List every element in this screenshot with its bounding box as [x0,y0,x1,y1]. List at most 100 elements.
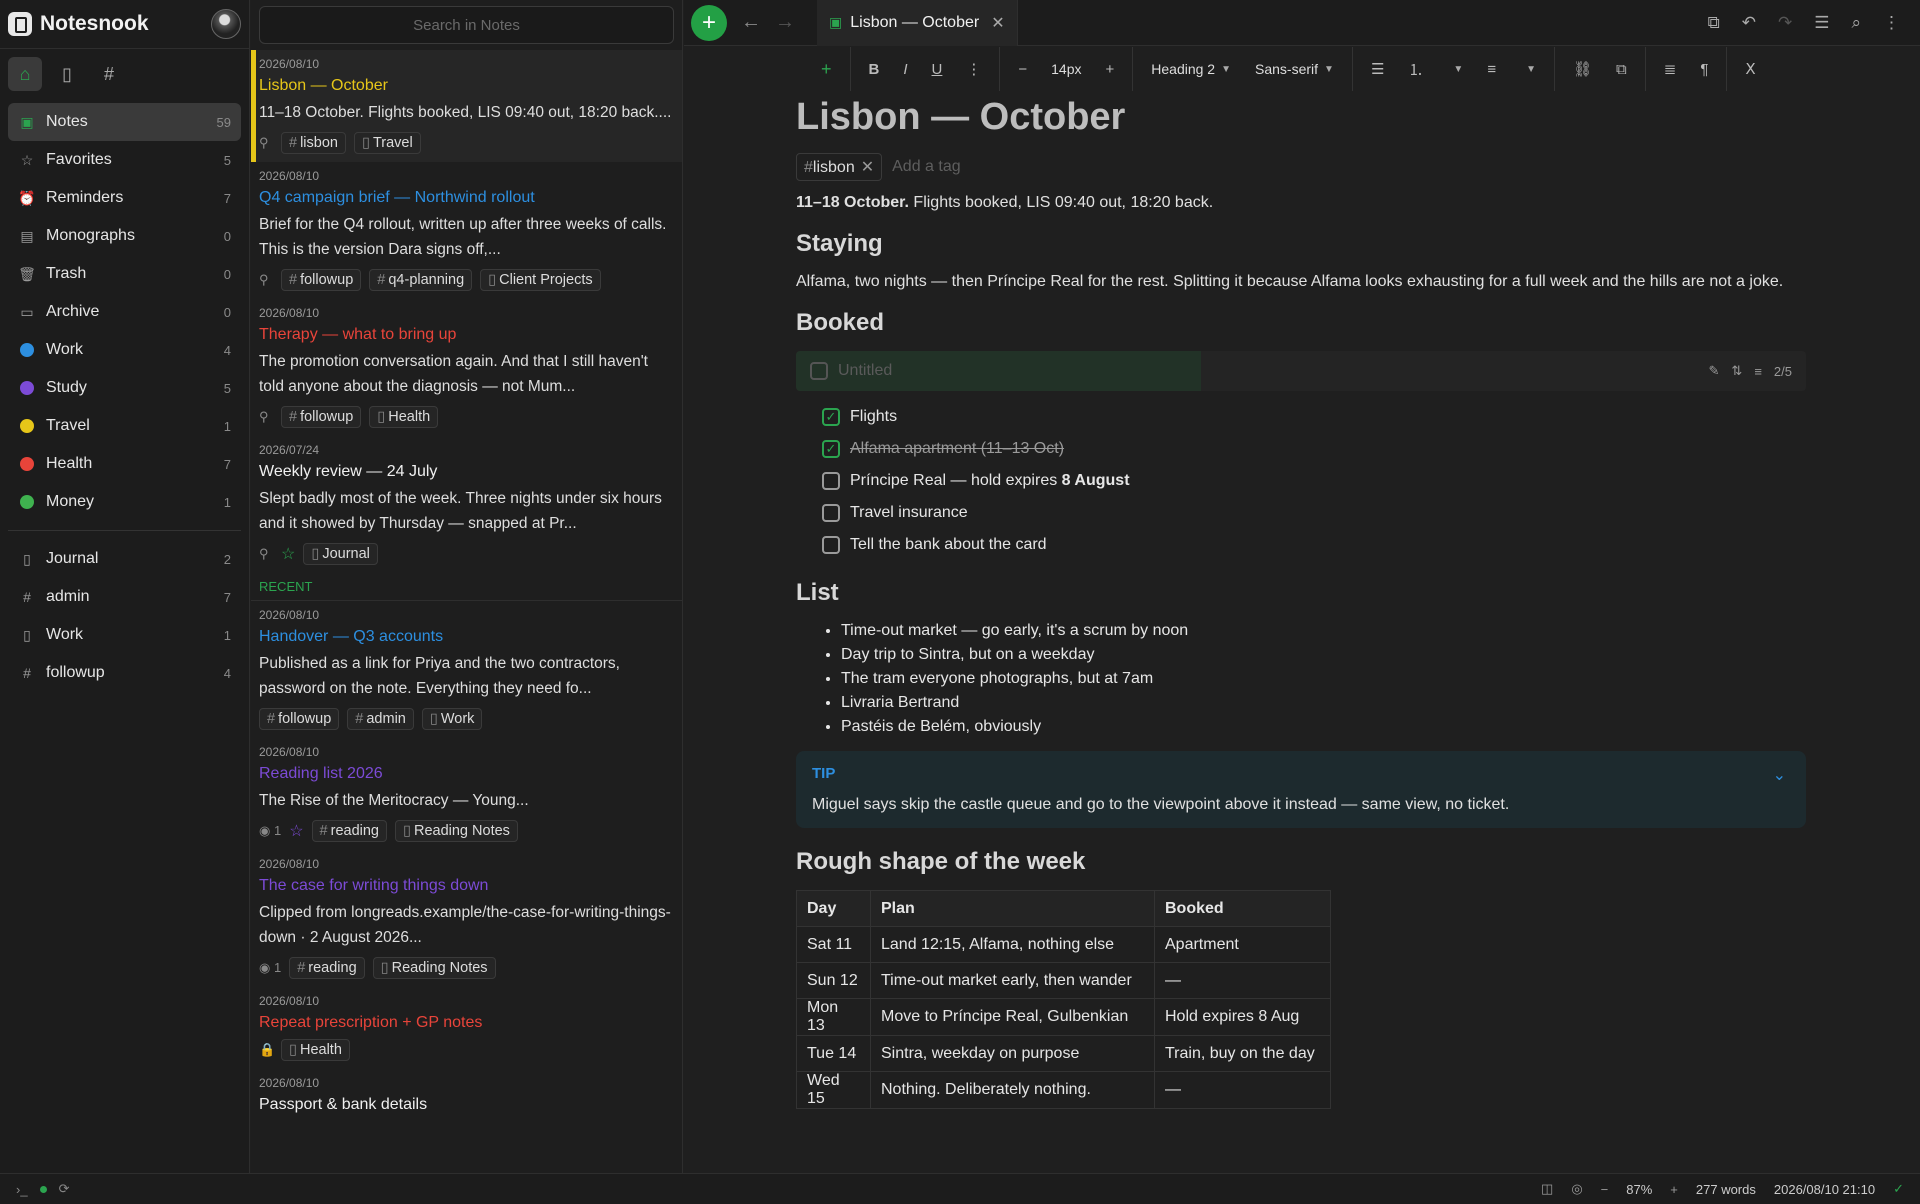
avatar[interactable] [211,9,241,39]
edit-pencil-icon[interactable]: ✎ [1709,363,1720,379]
redo-icon[interactable]: ↷ [1778,13,1792,33]
numbered-list-icon[interactable]: ⒈ [1396,59,1435,80]
search-icon[interactable]: ⌕ [1851,13,1861,33]
search-input[interactable]: Search in Notes [259,6,674,44]
checkbox[interactable] [822,536,840,554]
note-item[interactable]: 2026/08/10 Lisbon — October 11–18 Octobe… [251,50,682,162]
favorite-star-icon[interactable]: ☆ [281,544,295,564]
sidebar-item-color-work[interactable]: Work 4 [8,331,241,369]
sidebar-item-archive[interactable]: ▭ Archive 0 [8,293,241,331]
notebook-chip[interactable]: ▯ Reading Notes [372,957,496,979]
table-of-contents-icon[interactable]: ☰ [1814,13,1829,33]
terminal-icon[interactable]: ›_ [16,1182,28,1197]
close-tab-icon[interactable]: ✕ [991,13,1004,33]
pin-icon[interactable]: ⚲ [259,272,273,288]
sidebar-item-reminders[interactable]: ⏰ Reminders 7 [8,179,241,217]
notebook-chip[interactable]: ▯ Work [421,708,483,730]
notebooks-icon[interactable]: ▯ [50,57,84,91]
checklist-icon[interactable]: ☰ [1359,60,1396,78]
notebook-chip[interactable]: ▯ Health [369,406,439,428]
pin-icon[interactable]: ⚲ [259,135,273,151]
sidebar-item-monographs[interactable]: ▤ Monographs 0 [8,217,241,255]
sidebar-item-followup[interactable]: # followup 4 [8,654,241,692]
paragraph-direction-icon[interactable]: ¶ [1688,61,1720,78]
decrease-font-size-button[interactable]: − [1006,61,1039,78]
sidebar-item-notes[interactable]: ▣ Notes 59 [8,103,241,141]
zoom-in-button[interactable]: + [1670,1182,1678,1197]
note-title-heading[interactable]: Lisbon — October [796,96,1806,139]
chevron-down-icon[interactable]: ⌄ [1773,765,1786,785]
new-note-button[interactable]: + [691,4,727,41]
increase-font-size-button[interactable]: + [1094,61,1127,78]
task-list-checkbox[interactable] [810,362,828,380]
heading-select[interactable]: Heading 2 ▼ [1139,61,1243,77]
task-item[interactable]: ✓ Flights [822,401,1806,433]
note-item[interactable]: 2026/08/10 Repeat prescription + GP note… [251,987,682,1069]
tab-lisbon-october[interactable]: ▣ Lisbon — October ✕ [817,0,1018,46]
sidebar-item-color-travel[interactable]: Travel 1 [8,407,241,445]
note-item[interactable]: 2026/08/10 Q4 campaign brief — Northwind… [251,162,682,299]
tag-chip[interactable]: # followup [281,406,362,428]
checkbox-checked[interactable]: ✓ [822,440,840,458]
note-item[interactable]: 2026/08/10 Therapy — what to bring up Th… [251,299,682,436]
tag-chip[interactable]: # followup [259,708,340,730]
bullet-list-icon[interactable]: ≡ [1475,61,1508,78]
home-icon[interactable]: ⌂ [8,57,42,91]
more-menu-icon[interactable]: ⋮ [1883,13,1900,33]
pin-icon[interactable]: ⚲ [259,546,273,562]
note-item[interactable]: 2026/08/10 Passport & bank details [251,1069,682,1125]
back-arrow-icon[interactable]: ← [741,11,761,34]
notebook-chip[interactable]: ▯ Travel [353,132,421,154]
tag-chip[interactable]: # q4-planning [369,269,473,291]
link-icon[interactable]: ⛓ [1561,60,1604,78]
task-item[interactable]: Príncipe Real — hold expires 8 August [822,465,1806,497]
note-item[interactable]: 2026/08/10 Handover — Q3 accounts Publis… [251,601,682,738]
checkbox-checked[interactable]: ✓ [822,408,840,426]
chevron-down-icon[interactable]: ▼ [1514,64,1548,75]
more-formatting-icon[interactable]: ⋮ [954,60,993,78]
embed-icon[interactable]: ⧉ [1604,61,1639,78]
italic-button[interactable]: I [891,61,919,78]
insert-plus-icon[interactable]: + [809,59,844,80]
tag-chip[interactable]: # followup [281,269,362,291]
sort-icon[interactable]: ⇅ [1731,363,1742,379]
note-item[interactable]: 2026/08/10 Reading list 2026 The Rise of… [251,738,682,850]
read-mode-icon[interactable]: ◎ [1571,1181,1582,1197]
notebook-chip[interactable]: ▯ Journal [303,543,378,565]
sidebar-item-trash[interactable]: 🗑 Trash 0 [8,255,241,293]
forward-arrow-icon[interactable]: → [775,11,795,34]
tag-chip[interactable]: # reading [289,957,365,979]
tags-hash-icon[interactable]: # [92,57,126,91]
bold-button[interactable]: B [857,61,892,78]
note-item[interactable]: 2026/07/24 Weekly review — 24 July Slept… [251,436,682,573]
sidebar-item-work-notebook[interactable]: ▯ Work 1 [8,616,241,654]
favorite-star-icon[interactable]: ☆ [289,821,303,841]
sidebar-item-color-health[interactable]: Health 7 [8,445,241,483]
clear-formatting-icon[interactable]: Ⅹ [1733,60,1767,78]
tag-chip[interactable]: # lisbon [281,132,346,154]
notebook-chip[interactable]: ▯ Reading Notes [395,820,518,842]
split-view-icon[interactable]: ◫ [1541,1181,1553,1197]
tag-chip[interactable]: # reading [311,820,387,842]
checkbox[interactable] [822,504,840,522]
pin-icon[interactable]: ⚲ [259,409,273,425]
focus-mode-icon[interactable]: ⧉ [1708,13,1720,33]
note-item[interactable]: 2026/08/10 The case for writing things d… [251,850,682,987]
tag-chip[interactable]: # admin [347,708,414,730]
notebook-chip[interactable]: ▯ Client Projects [480,269,601,291]
notebook-chip[interactable]: ▯ Health [281,1039,350,1061]
chevron-down-icon[interactable]: ▼ [1441,64,1475,75]
sync-icon[interactable]: ⟳ [59,1181,70,1197]
add-tag-input[interactable]: Add a tag [892,158,961,176]
align-icon[interactable]: ≣ [1652,60,1689,78]
sidebar-item-color-money[interactable]: Money 1 [8,483,241,521]
editor-content[interactable]: Lisbon — October #lisbon ✕ Add a tag 11–1… [796,96,1806,1109]
task-item[interactable]: Tell the bank about the card [822,529,1806,561]
sidebar-item-admin[interactable]: # admin 7 [8,578,241,616]
tag-chip[interactable]: #lisbon ✕ [796,153,883,181]
checkbox[interactable] [822,472,840,490]
undo-icon[interactable]: ↶ [1742,13,1756,33]
task-item[interactable]: Travel insurance [822,497,1806,529]
zoom-out-button[interactable]: − [1601,1182,1609,1197]
sidebar-item-favorites[interactable]: ☆ Favorites 5 [8,141,241,179]
